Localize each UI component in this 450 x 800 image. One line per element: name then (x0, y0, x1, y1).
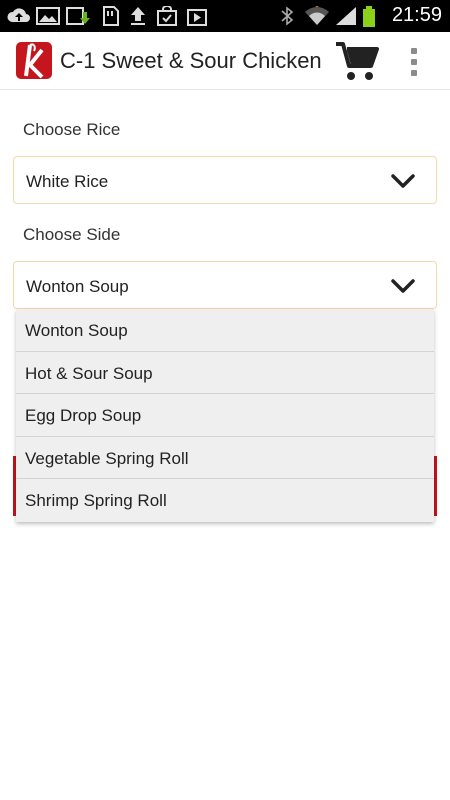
side-select[interactable]: Wonton Soup (13, 261, 437, 309)
side-select-value: Wonton Soup (26, 277, 129, 296)
status-time: 21:59 (391, 4, 442, 26)
signal-icon (336, 7, 356, 25)
battery-icon (363, 6, 375, 27)
chevron-down-icon (391, 279, 415, 293)
dropdown-option[interactable]: Egg Drop Soup (16, 394, 434, 437)
page-title: C-1 Sweet & Sour Chicken (60, 48, 322, 73)
action-bar: C-1 Sweet & Sour Chicken (0, 32, 450, 90)
sd-card-icon (103, 6, 119, 26)
brand-logo-icon[interactable] (16, 42, 52, 79)
dropdown-option[interactable]: Vegetable Spring Roll (16, 437, 434, 480)
status-bar: 21:59 (0, 0, 450, 32)
wifi-icon (305, 6, 329, 25)
rice-select-value: White Rice (26, 172, 109, 191)
play-store-icon (187, 9, 207, 26)
dropdown-option[interactable]: Hot & Sour Soup (16, 352, 434, 395)
download-icon (66, 7, 90, 25)
side-dropdown-list: Wonton Soup Hot & Sour Soup Egg Drop Sou… (16, 309, 434, 522)
bluetooth-icon (281, 6, 294, 26)
choose-side-label: Choose Side (23, 225, 121, 244)
rice-select[interactable]: White Rice (13, 156, 437, 204)
upload-icon (7, 8, 30, 22)
chevron-down-icon (391, 174, 415, 188)
upload-arrow-icon (131, 7, 145, 25)
choose-rice-label: Choose Rice (23, 120, 121, 139)
overflow-menu-icon[interactable] (404, 42, 424, 82)
shopping-bag-icon (157, 6, 177, 26)
dropdown-option[interactable]: Shrimp Spring Roll (16, 479, 434, 522)
shopping-cart-icon[interactable] (334, 38, 380, 84)
image-icon (36, 7, 60, 25)
dropdown-option[interactable]: Wonton Soup (16, 309, 434, 352)
